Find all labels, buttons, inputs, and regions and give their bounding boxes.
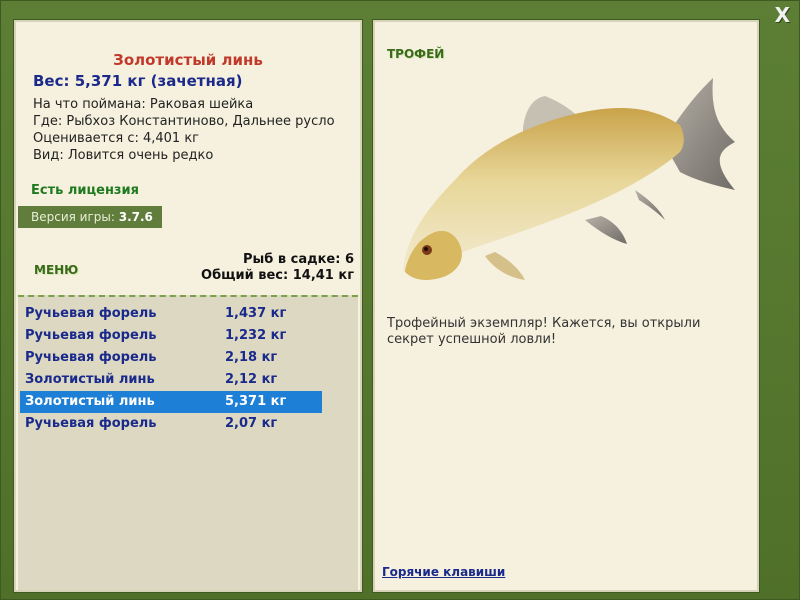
trophy-message: Трофейный экземпляр! Кажется, вы открыли…: [387, 316, 701, 347]
game-version: Версия игры: 3.7.6: [18, 206, 162, 228]
list-item-name: Ручьевая форель: [25, 350, 157, 365]
fish-location: Где: Рыбхоз Константиново, Дальнее русло: [33, 114, 335, 129]
catch-list: Ручьевая форель 1,437 кг Ручьевая форель…: [18, 295, 358, 590]
catch-info-panel: Золотистый линь Вес: 5,371 кг (зачетная)…: [14, 20, 362, 592]
cage-count: Рыб в садке: 6: [242, 252, 354, 267]
list-item-weight: 5,371 кг: [225, 394, 287, 409]
cage-summary: Рыб в садке: 6 Общий вес: 14,41 кг: [201, 252, 354, 284]
list-item-weight: 2,07 кг: [225, 416, 278, 431]
list-item-selected[interactable]: Золотистый линь 5,371 кг: [20, 391, 322, 413]
trophy-label: ТРОФЕЙ: [387, 47, 445, 61]
close-button[interactable]: X: [775, 4, 790, 26]
fish-bait: На что поймана: Раковая шейка: [33, 97, 254, 112]
list-item-weight: 2,18 кг: [225, 350, 278, 365]
trophy-panel: ТРОФЕЙ Трофейный экземпляр! Кажется, вы …: [373, 20, 759, 592]
hotkeys-link[interactable]: Горячие клавиши: [382, 565, 505, 579]
list-item-name: Ручьевая форель: [25, 416, 157, 431]
list-item-weight: 2,12 кг: [225, 372, 278, 387]
fish-rating: Оценивается с: 4,401 кг: [33, 131, 200, 146]
list-item[interactable]: Ручьевая форель 2,07 кг: [20, 413, 322, 435]
list-item-name: Золотистый линь: [25, 394, 155, 409]
list-item-name: Ручьевая форель: [25, 328, 157, 343]
fish-weight: Вес: 5,371 кг (зачетная): [33, 72, 243, 90]
cage-total-weight: Общий вес: 14,41 кг: [201, 268, 354, 283]
list-item-weight: 1,232 кг: [225, 328, 287, 343]
version-value: 3.7.6: [118, 210, 153, 224]
fish-kind: Вид: Ловится очень редко: [33, 148, 214, 163]
list-item[interactable]: Ручьевая форель 1,437 кг: [20, 303, 322, 325]
menu-button[interactable]: МЕНЮ: [34, 263, 78, 277]
fish-name: Золотистый линь: [113, 51, 263, 69]
list-item[interactable]: Ручьевая форель 2,18 кг: [20, 347, 322, 369]
fish-details: На что поймана: Раковая шейка Где: Рыбхо…: [33, 96, 335, 164]
list-item-name: Золотистый линь: [25, 372, 155, 387]
tench-fish-image: [403, 78, 735, 280]
version-label: Версия игры:: [31, 210, 115, 224]
license-status: Есть лицензия: [31, 183, 139, 198]
list-item[interactable]: Ручьевая форель 1,232 кг: [20, 325, 322, 347]
list-item-name: Ручьевая форель: [25, 306, 157, 321]
list-item[interactable]: Золотистый линь 2,12 кг: [20, 369, 322, 391]
list-item-weight: 1,437 кг: [225, 306, 287, 321]
